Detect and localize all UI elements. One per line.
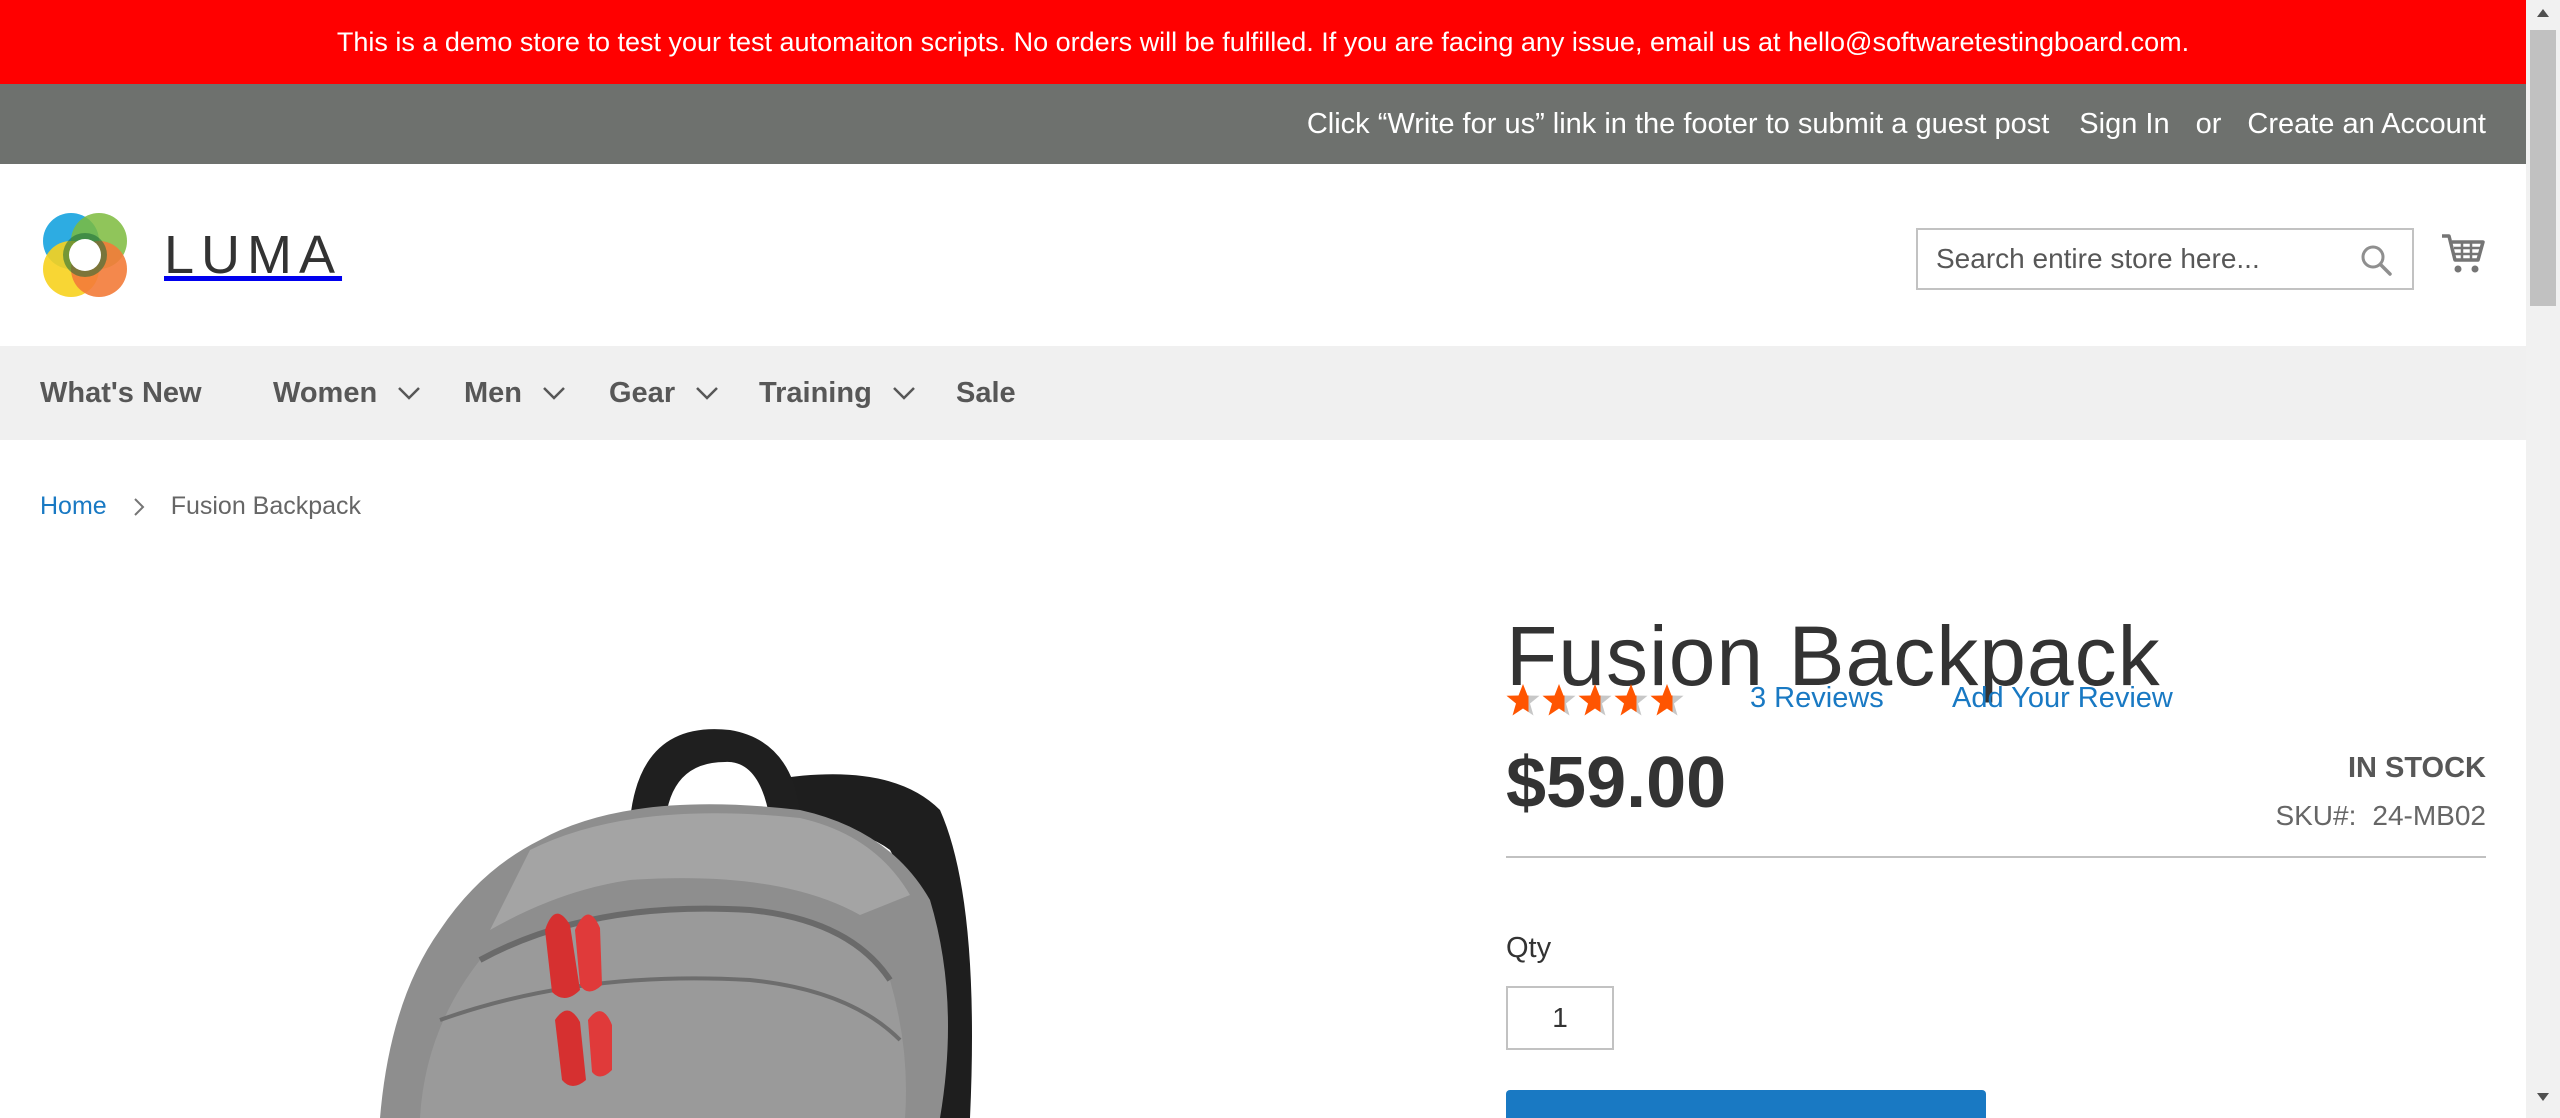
search-icon[interactable] — [2358, 242, 2394, 278]
reviews-link[interactable]: 3 Reviews — [1750, 682, 1884, 715]
search-input[interactable] — [1918, 230, 2412, 288]
product-price: $59.00 — [1506, 743, 1727, 823]
luma-logo-icon — [43, 213, 127, 297]
chevron-down-icon — [696, 387, 718, 400]
site-header: LUMA — [0, 164, 2526, 346]
chevron-down-icon — [892, 387, 915, 400]
or-text: or — [2195, 107, 2222, 140]
add-to-cart-button[interactable] — [1506, 1090, 1986, 1118]
logo-text: LUMA — [164, 225, 343, 285]
main-navigation: What's New Women Men Gear Training Sale — [0, 346, 2526, 440]
guest-post-message: Click “Write for us” link in the footer … — [1306, 107, 2050, 140]
breadcrumb-home-link[interactable]: Home — [40, 492, 107, 521]
demo-notice-text: This is a demo store to test your test a… — [336, 26, 2190, 57]
sku-value: 24-MB02 — [2372, 800, 2486, 831]
search-box — [1916, 228, 2414, 290]
qty-label: Qty — [1506, 932, 1552, 964]
chevron-right-icon — [133, 497, 145, 516]
sign-in-link[interactable]: Sign In — [2079, 108, 2169, 141]
nav-item-label: Training — [759, 376, 872, 409]
scroll-up-arrow-icon[interactable] — [2536, 8, 2550, 18]
nav-item-label: Women — [273, 376, 378, 409]
create-account-link[interactable]: Create an Account — [2247, 108, 2486, 141]
sku-label: SKU#: — [2275, 800, 2357, 831]
product-image[interactable] — [330, 700, 1090, 1118]
nav-item-label: What's New — [40, 376, 202, 409]
add-review-link[interactable]: Add Your Review — [1952, 682, 2173, 715]
demo-notice-bar: This is a demo store to test your test a… — [0, 0, 2526, 84]
nav-item-men[interactable]: Men — [464, 346, 566, 440]
chevron-down-icon — [543, 387, 565, 400]
top-links-bar: Click “Write for us” link in the footer … — [0, 84, 2526, 164]
scrollbar-thumb[interactable] — [2530, 30, 2556, 306]
chevron-down-icon — [398, 387, 421, 400]
nav-item-training[interactable]: Training — [759, 346, 916, 440]
product-sku: SKU#: 24-MB02 — [2275, 800, 2486, 832]
stock-status: In stock — [2347, 752, 2486, 784]
nav-item-sale[interactable]: Sale — [956, 346, 1016, 440]
product-rating — [1506, 682, 1684, 718]
breadcrumb: Home Fusion Backpack — [40, 492, 361, 521]
scrollbar[interactable] — [2526, 0, 2560, 1118]
nav-item-gear[interactable]: Gear — [609, 346, 719, 440]
nav-item-women[interactable]: Women — [273, 346, 421, 440]
nav-item-label: Sale — [956, 376, 1016, 409]
nav-item-whats-new[interactable]: What's New — [40, 346, 202, 440]
nav-item-label: Men — [464, 376, 522, 409]
cart-icon[interactable] — [2440, 230, 2486, 276]
page: This is a demo store to test your test a… — [0, 0, 2526, 1118]
divider — [1506, 856, 2486, 858]
rating-stars — [1506, 684, 1684, 716]
breadcrumb-current: Fusion Backpack — [170, 492, 362, 520]
nav-item-label: Gear — [609, 376, 676, 409]
scroll-down-arrow-icon[interactable] — [2536, 1092, 2550, 1102]
luma-logo[interactable]: LUMA — [40, 210, 342, 300]
qty-input[interactable] — [1506, 986, 1614, 1050]
